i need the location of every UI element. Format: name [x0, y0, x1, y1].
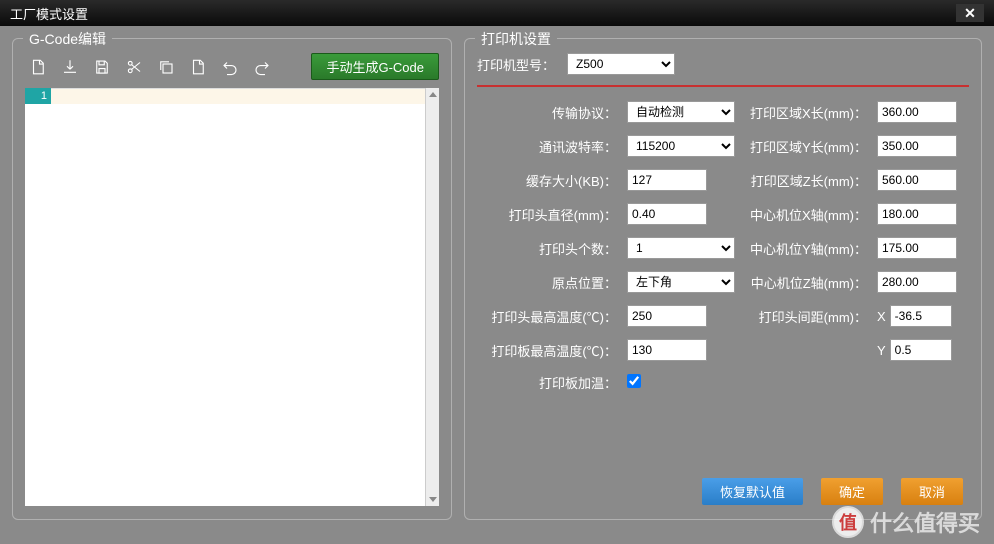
head-diam-input[interactable] — [627, 203, 707, 225]
settings-grid: 传输协议： 自动检测 打印区域X长(mm)： 通讯波特率： 115200 打印区… — [477, 101, 969, 392]
model-select[interactable]: Z500 — [567, 53, 675, 75]
editor-area[interactable] — [25, 104, 425, 506]
save-icon[interactable] — [93, 58, 111, 76]
button-row: 恢复默认值 确定 取消 — [702, 478, 963, 505]
close-button[interactable]: ✕ — [956, 4, 984, 22]
close-icon: ✕ — [964, 5, 976, 22]
bed-heat-checkbox[interactable] — [627, 374, 641, 388]
head-gap-y-prefix: Y — [877, 343, 886, 358]
gcode-legend: G-Code编辑 — [23, 29, 112, 49]
window-title: 工厂模式设置 — [10, 4, 88, 23]
head-gap-x-wrap: X — [877, 305, 967, 327]
new-file-icon[interactable] — [29, 58, 47, 76]
paste-icon[interactable] — [189, 58, 207, 76]
head-count-label: 打印头个数： — [477, 239, 617, 258]
origin-label: 原点位置： — [477, 273, 617, 292]
center-y-label: 中心机位Y轴(mm)： — [727, 239, 867, 258]
baud-label: 通讯波特率： — [477, 137, 617, 156]
import-icon[interactable] — [61, 58, 79, 76]
area-y-label: 打印区域Y长(mm)： — [727, 137, 867, 156]
copy-icon[interactable] — [157, 58, 175, 76]
editor-line[interactable] — [51, 88, 439, 104]
gcode-panel: G-Code编辑 手动生成G-Code 1 — [12, 38, 452, 520]
printer-legend: 打印机设置 — [475, 29, 557, 49]
line-number: 1 — [25, 88, 51, 104]
head-maxtemp-input[interactable] — [627, 305, 707, 327]
redo-icon[interactable] — [253, 58, 271, 76]
head-gap-x-input[interactable] — [890, 305, 952, 327]
generate-gcode-button[interactable]: 手动生成G-Code — [311, 53, 439, 80]
bed-heat-label: 打印板加温： — [477, 373, 617, 392]
protocol-select[interactable]: 自动检测 — [627, 101, 735, 123]
center-z-label: 中心机位Z轴(mm)： — [727, 273, 867, 292]
gcode-editor[interactable]: 1 — [25, 88, 439, 506]
head-gap-y-input[interactable] — [890, 339, 952, 361]
baud-select[interactable]: 115200 — [627, 135, 735, 157]
area-z-input[interactable] — [877, 169, 957, 191]
cache-label: 缓存大小(KB)： — [477, 171, 617, 190]
cache-input[interactable] — [627, 169, 707, 191]
model-label: 打印机型号： — [477, 55, 555, 74]
vertical-scrollbar[interactable] — [425, 88, 439, 506]
model-row: 打印机型号： Z500 — [477, 53, 969, 75]
head-gap-label: 打印头间距(mm)： — [727, 307, 867, 326]
head-maxtemp-label: 打印头最高温度(℃)： — [477, 307, 617, 326]
bed-maxtemp-input[interactable] — [627, 339, 707, 361]
center-x-label: 中心机位X轴(mm)： — [727, 205, 867, 224]
area-x-input[interactable] — [877, 101, 957, 123]
restore-defaults-button[interactable]: 恢复默认值 — [702, 478, 803, 505]
printer-panel: 打印机设置 打印机型号： Z500 传输协议： 自动检测 打印区域X长(mm)：… — [464, 38, 982, 520]
head-gap-y-wrap: Y — [877, 339, 967, 361]
gcode-toolbar: 手动生成G-Code — [25, 53, 439, 80]
cut-icon[interactable] — [125, 58, 143, 76]
area-z-label: 打印区域Z长(mm)： — [727, 171, 867, 190]
center-y-input[interactable] — [877, 237, 957, 259]
divider — [477, 85, 969, 87]
content: G-Code编辑 手动生成G-Code 1 打印机设置 打印机型号： Z500 — [0, 26, 994, 532]
origin-select[interactable]: 左下角 — [627, 271, 735, 293]
bed-maxtemp-label: 打印板最高温度(℃)： — [477, 341, 617, 360]
head-count-select[interactable]: 1 — [627, 237, 735, 259]
head-gap-x-prefix: X — [877, 309, 886, 324]
head-diam-label: 打印头直径(mm)： — [477, 205, 617, 224]
cancel-button[interactable]: 取消 — [901, 478, 963, 505]
protocol-label: 传输协议： — [477, 103, 617, 122]
undo-icon[interactable] — [221, 58, 239, 76]
area-x-label: 打印区域X长(mm)： — [727, 103, 867, 122]
titlebar: 工厂模式设置 ✕ — [0, 0, 994, 26]
ok-button[interactable]: 确定 — [821, 478, 883, 505]
area-y-input[interactable] — [877, 135, 957, 157]
center-x-input[interactable] — [877, 203, 957, 225]
center-z-input[interactable] — [877, 271, 957, 293]
